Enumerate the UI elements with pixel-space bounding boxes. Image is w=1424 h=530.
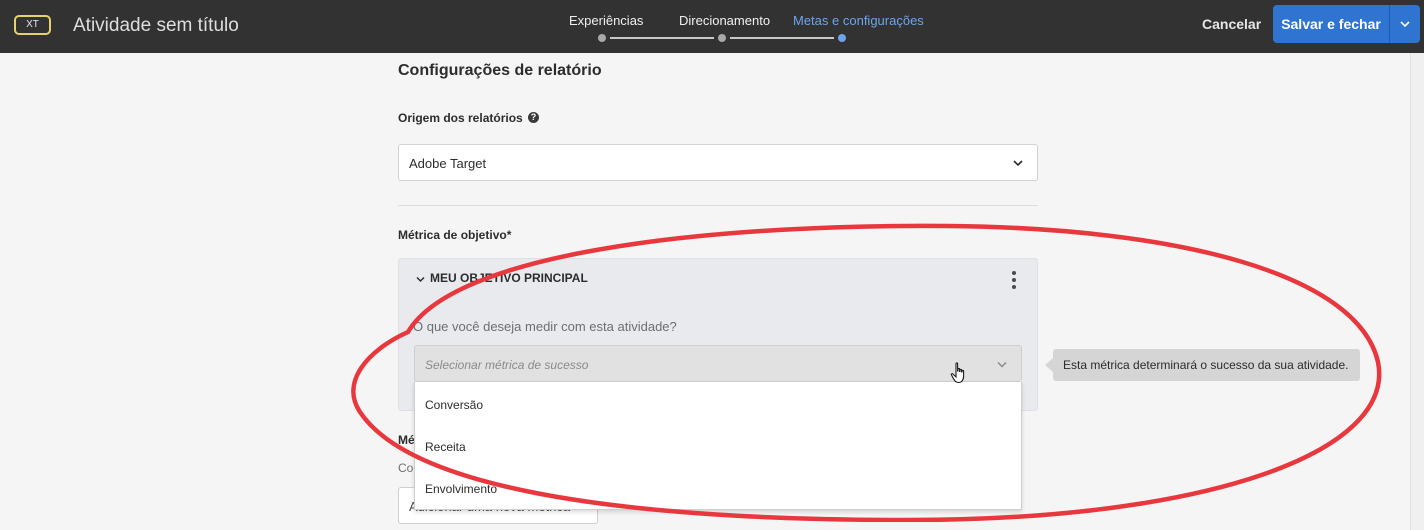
step-dot-targeting[interactable] [718,34,726,42]
top-header-bar: XT Atividade sem título Experiências Dir… [0,0,1424,53]
step-experiences[interactable]: Experiências [569,13,643,28]
reporting-source-select[interactable]: Adobe Target [398,144,1038,181]
save-options-button[interactable] [1389,5,1420,43]
chevron-down-icon [997,361,1007,368]
success-metric-select[interactable]: Selecionar métrica de sucesso [414,345,1022,382]
scrollbar[interactable] [1410,53,1424,530]
step-connector [610,37,714,39]
tooltip-arrow [1045,358,1053,372]
workflow-steps: Experiências Direcionamento Metas e conf… [560,0,924,53]
section-title-reporting: Configurações de relatório [398,62,602,79]
activity-type-badge: XT [14,15,51,35]
goal-metric-label: Métrica de objetivo* [398,228,512,242]
option-conversion[interactable]: Conversão [425,398,483,412]
chevron-down-icon[interactable] [416,276,425,283]
additional-metrics-description: Co [398,461,414,475]
step-dot-goals-settings[interactable] [838,34,846,42]
step-goals-settings[interactable]: Metas e configurações [793,13,924,28]
step-dot-experiences[interactable] [598,34,606,42]
additional-metrics-label: Mé [398,433,415,447]
goal-question: O que você deseja medir com esta ativida… [413,319,677,334]
save-and-close-button[interactable]: Salvar e fechar [1273,5,1389,43]
step-targeting[interactable]: Direcionamento [679,13,770,28]
option-engagement[interactable]: Envolvimento [425,482,497,496]
reporting-source-label: Origem dos relatórios [398,111,523,125]
metric-tooltip: Esta métrica determinará o sucesso da su… [1053,349,1360,381]
divider [398,205,1038,206]
goal-card-title[interactable]: MEU OBJETIVO PRINCIPAL [430,271,588,285]
chevron-down-icon [1400,21,1410,28]
option-revenue[interactable]: Receita [425,440,466,454]
cancel-button[interactable]: Cancelar [1202,16,1261,32]
activity-title[interactable]: Atividade sem título [73,15,239,37]
reporting-source-value: Adobe Target [409,156,487,171]
chevron-down-icon [1013,160,1023,167]
hand-cursor-icon [950,362,965,384]
help-icon[interactable]: ? [528,112,539,123]
more-options-icon[interactable] [1009,271,1019,289]
step-connector [730,37,834,39]
success-metric-dropdown: Conversão Receita Envolvimento [414,382,1022,510]
success-metric-placeholder: Selecionar métrica de sucesso [425,358,589,372]
